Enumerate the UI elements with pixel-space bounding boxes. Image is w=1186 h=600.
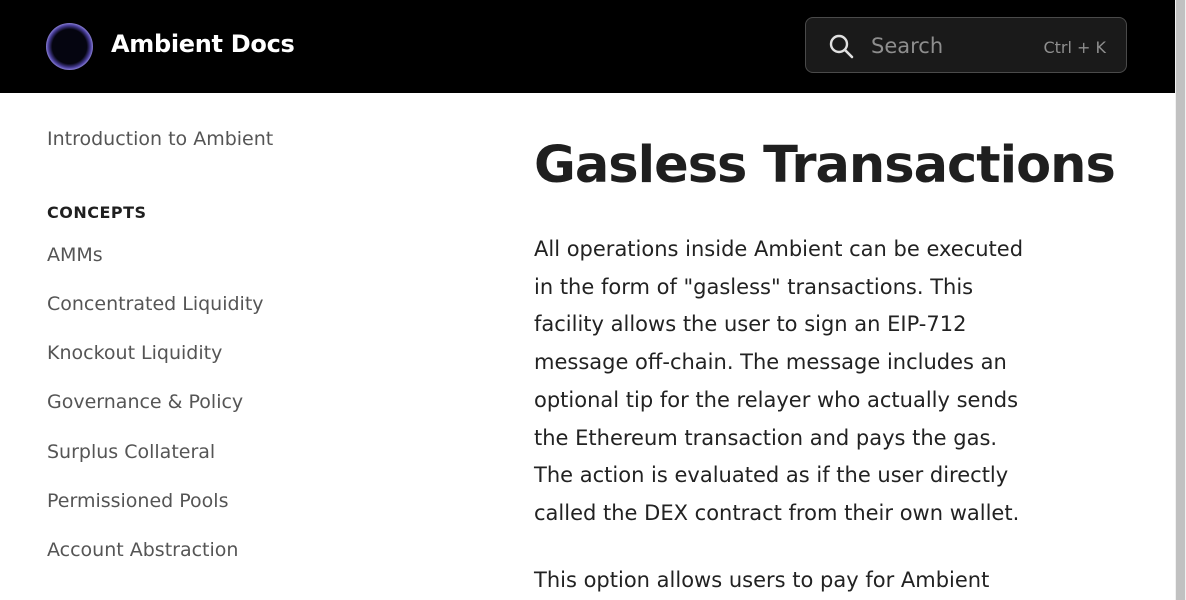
paragraph-line: called the DEX contract from their own w… [534,500,1020,525]
sidebar-item-surplus-collateral[interactable]: Surplus Collateral [47,441,215,463]
page-title: Gasless Transactions [534,136,1116,195]
second-paragraph: This option allows users to pay for Ambi… [534,562,1134,600]
search-box[interactable]: Search Ctrl + K [805,17,1127,73]
sidebar-item-permissioned-pools[interactable]: Permissioned Pools [47,490,228,512]
sidebar-item-amms[interactable]: AMMs [47,244,103,266]
ambient-logo-icon[interactable] [46,23,93,70]
sidebar-item-concentrated-liquidity[interactable]: Concentrated Liquidity [47,293,264,315]
paragraph-line: This option allows users to pay for Ambi… [534,568,990,592]
paragraph-line: The action is evaluated as if the user d… [534,463,1009,488]
top-navigation-bar: Ambient Docs Search Ctrl + K [0,0,1175,93]
paragraph-line: the Ethereum transaction and pays the ga… [534,425,998,450]
sidebar-section-concepts: CONCEPTS [47,203,147,222]
paragraph-line: facility allows the user to sign an EIP-… [534,312,967,337]
sidebar-item-governance-policy[interactable]: Governance & Policy [47,391,243,413]
intro-paragraph: All operations inside Ambient can be exe… [534,231,1134,533]
search-icon [829,34,854,59]
paragraph-line: optional tip for the relayer who actuall… [534,387,1019,412]
page-scrollbar-thumb[interactable] [1176,0,1185,600]
paragraph-line: message off-chain. The message includes … [534,350,1007,375]
sidebar-item-account-abstraction[interactable]: Account Abstraction [47,539,238,561]
sidebar-item-introduction[interactable]: Introduction to Ambient [47,128,273,150]
brand-title[interactable]: Ambient Docs [111,30,295,58]
sidebar-item-knockout-liquidity[interactable]: Knockout Liquidity [47,342,222,364]
paragraph-line: All operations inside Ambient can be exe… [534,237,1024,261]
search-shortcut-hint: Ctrl + K [1043,38,1106,57]
search-placeholder: Search [871,34,944,58]
paragraph-line: in the form of "gasless" transactions. T… [534,274,974,299]
